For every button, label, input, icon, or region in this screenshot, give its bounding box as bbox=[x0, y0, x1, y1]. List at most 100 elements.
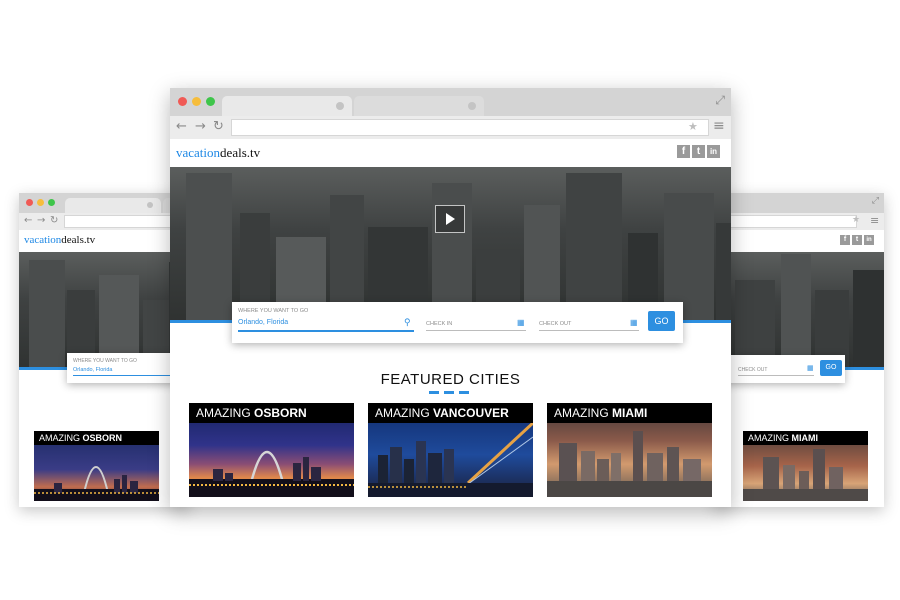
social-icons: f t in bbox=[677, 145, 720, 158]
browser-tab[interactable] bbox=[222, 96, 352, 116]
browser-window-left: ← → ↻ vacationdeals.tv WHERE YOU WANT TO… bbox=[19, 193, 189, 507]
city-caption: AMAZING OSBORN bbox=[34, 431, 159, 445]
expand-window-icon[interactable]: ⤢ bbox=[872, 197, 879, 206]
tab-bar: ⤢ bbox=[715, 193, 884, 213]
city-card-miami[interactable]: AMAZING MIAMI bbox=[743, 431, 868, 501]
browser-window-right: ⤢ ★ ≡ f t in CHECK OUT ▦ GO AMAZING MIAM… bbox=[715, 193, 884, 507]
featured-cities-title: FEATURED CITIES bbox=[380, 371, 521, 388]
checkout-input[interactable]: CHECK OUT bbox=[738, 367, 767, 373]
browser-tab[interactable] bbox=[65, 198, 161, 213]
city-prefix: AMAZING bbox=[196, 406, 251, 420]
title-divider bbox=[459, 391, 469, 394]
go-button[interactable]: GO bbox=[648, 311, 675, 331]
skyline-building bbox=[566, 173, 622, 323]
maximize-window-dot[interactable] bbox=[206, 97, 215, 106]
site-header: vacationdeals.tv bbox=[19, 230, 189, 252]
address-bar: ← → ↻ bbox=[19, 213, 189, 231]
city-caption: AMAZING OSBORN bbox=[189, 403, 354, 423]
logo-rest-text: deals.tv bbox=[61, 234, 96, 246]
linkedin-icon[interactable]: in bbox=[707, 145, 720, 158]
city-card-osborn[interactable]: AMAZING OSBORN bbox=[189, 403, 354, 497]
title-divider bbox=[429, 391, 439, 394]
close-window-dot[interactable] bbox=[178, 97, 187, 106]
city-name: OSBORN bbox=[254, 406, 307, 420]
hero-video-banner bbox=[170, 167, 731, 323]
back-arrow-icon[interactable]: ← bbox=[24, 216, 32, 226]
skyline-building bbox=[781, 254, 811, 370]
destination-underline bbox=[238, 330, 414, 332]
destination-label: WHERE YOU WANT TO GO bbox=[73, 358, 137, 364]
calendar-icon[interactable]: ▦ bbox=[807, 364, 814, 372]
destination-label: WHERE YOU WANT TO GO bbox=[238, 308, 309, 314]
browser-window-main: ⤢ ← → ↻ ★ ≡ vacationdeals.tv f t in WHER… bbox=[170, 88, 731, 507]
close-window-dot[interactable] bbox=[26, 199, 33, 206]
tab-close-icon[interactable] bbox=[147, 202, 153, 208]
city-prefix: AMAZING bbox=[39, 433, 81, 443]
city-name: VANCOUVER bbox=[433, 406, 509, 420]
forward-arrow-icon[interactable]: → bbox=[195, 120, 206, 133]
city-prefix: AMAZING bbox=[554, 406, 609, 420]
city-prefix: AMAZING bbox=[375, 406, 430, 420]
play-icon bbox=[446, 213, 455, 225]
site-logo[interactable]: vacationdeals.tv bbox=[24, 234, 95, 246]
tab-close-icon[interactable] bbox=[468, 102, 476, 110]
minimize-window-dot[interactable] bbox=[37, 199, 44, 206]
twitter-icon[interactable]: t bbox=[692, 145, 705, 158]
city-prefix: AMAZING bbox=[748, 433, 790, 443]
reload-icon[interactable]: ↻ bbox=[213, 120, 224, 133]
skyline-building bbox=[853, 270, 884, 370]
title-divider bbox=[444, 391, 454, 394]
search-card: WHERE YOU WANT TO GO Orlando, Florida ⚲ … bbox=[232, 302, 683, 343]
hero-video-banner bbox=[715, 252, 884, 370]
destination-input[interactable]: Orlando, Florida bbox=[238, 319, 288, 326]
logo-accent-text: vacation bbox=[176, 145, 221, 160]
checkin-underline bbox=[426, 330, 526, 331]
search-icon[interactable]: ⚲ bbox=[404, 317, 411, 328]
back-arrow-icon[interactable]: ← bbox=[176, 120, 187, 133]
checkout-input[interactable]: CHECK OUT bbox=[539, 321, 571, 327]
tab-bar: ⤢ bbox=[170, 88, 731, 116]
twitter-icon[interactable]: t bbox=[852, 235, 862, 245]
city-card-miami[interactable]: AMAZING MIAMI bbox=[547, 403, 712, 497]
calendar-icon[interactable]: ▦ bbox=[630, 318, 638, 327]
calendar-icon[interactable]: ▦ bbox=[517, 318, 525, 327]
url-field[interactable] bbox=[715, 215, 857, 228]
forward-arrow-icon[interactable]: → bbox=[37, 216, 45, 226]
go-button[interactable]: GO bbox=[820, 360, 842, 376]
tab-close-icon[interactable] bbox=[336, 102, 344, 110]
bookmark-star-icon[interactable]: ★ bbox=[688, 121, 698, 132]
browser-tab-inactive[interactable] bbox=[354, 96, 484, 116]
search-card: CHECK OUT ▦ GO bbox=[715, 355, 845, 383]
expand-window-icon[interactable]: ⤢ bbox=[715, 94, 725, 106]
skyline-building bbox=[186, 173, 232, 323]
menu-icon[interactable]: ≡ bbox=[870, 215, 879, 226]
menu-icon[interactable]: ≡ bbox=[713, 119, 725, 133]
tab-bar bbox=[19, 193, 189, 213]
site-header: vacationdeals.tv f t in bbox=[170, 139, 731, 167]
city-name: MIAMI bbox=[612, 406, 648, 420]
play-button[interactable] bbox=[435, 205, 465, 233]
checkout-underline bbox=[539, 330, 639, 331]
skyline-building bbox=[716, 223, 731, 323]
maximize-window-dot[interactable] bbox=[48, 199, 55, 206]
city-caption: AMAZING VANCOUVER bbox=[368, 403, 533, 423]
site-header: f t in bbox=[715, 230, 884, 252]
checkout-underline bbox=[738, 375, 814, 376]
city-card-osborn[interactable]: AMAZING OSBORN bbox=[34, 431, 159, 501]
destination-input[interactable]: Orlando, Florida bbox=[73, 367, 112, 373]
bookmark-star-icon[interactable]: ★ bbox=[852, 216, 860, 225]
checkin-input[interactable]: CHECK IN bbox=[426, 321, 452, 327]
site-logo[interactable]: vacationdeals.tv bbox=[176, 145, 260, 161]
reload-icon[interactable]: ↻ bbox=[50, 216, 58, 226]
minimize-window-dot[interactable] bbox=[192, 97, 201, 106]
url-field[interactable] bbox=[231, 119, 709, 136]
city-caption: AMAZING MIAMI bbox=[743, 431, 868, 445]
city-name: OSBORN bbox=[82, 433, 123, 443]
facebook-icon[interactable]: f bbox=[840, 235, 850, 245]
city-card-vancouver[interactable]: AMAZING VANCOUVER bbox=[368, 403, 533, 497]
linkedin-icon[interactable]: in bbox=[864, 235, 874, 245]
logo-accent-text: vacation bbox=[24, 234, 62, 246]
facebook-icon[interactable]: f bbox=[677, 145, 690, 158]
city-name: MIAMI bbox=[791, 433, 819, 443]
city-caption: AMAZING MIAMI bbox=[547, 403, 712, 423]
